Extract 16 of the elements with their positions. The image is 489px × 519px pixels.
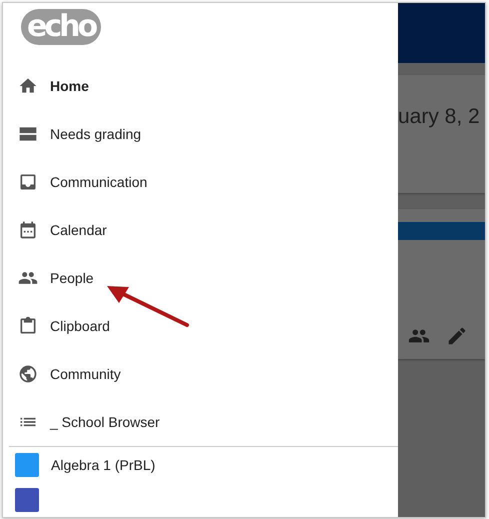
- globe-icon: [18, 364, 38, 384]
- course-item[interactable]: Algebra 1 (PrBL): [3, 447, 398, 482]
- date-text: uary 8, 2: [398, 105, 480, 129]
- pencil-icon[interactable]: [446, 325, 468, 347]
- inbox-icon: [18, 172, 38, 192]
- menu-item[interactable]: Needs grading: [3, 110, 398, 158]
- logo: echo: [21, 9, 102, 45]
- menu-item[interactable]: Community: [3, 350, 398, 398]
- menu-item[interactable]: Home: [3, 62, 398, 110]
- menu-item[interactable]: Clipboard: [3, 302, 398, 350]
- clipboard-icon: [18, 316, 38, 336]
- menu-item[interactable]: Communication: [3, 158, 398, 206]
- menu-item[interactable]: Calendar: [3, 206, 398, 254]
- calendar-icon: [18, 220, 38, 240]
- menu-item[interactable]: People: [3, 254, 398, 302]
- menu-item[interactable]: _ School Browser: [3, 398, 398, 446]
